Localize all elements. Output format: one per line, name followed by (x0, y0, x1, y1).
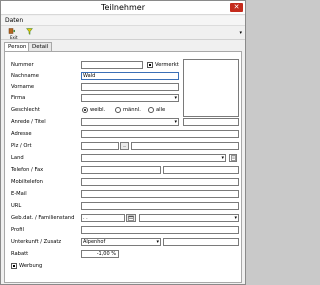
titel-field[interactable] (183, 118, 239, 126)
nummer-label: Nummer (11, 62, 34, 68)
email-label: E-Mail (11, 191, 27, 197)
toolbar-overflow-button[interactable]: ▾ (239, 30, 242, 36)
rabatt-label: Rabatt (11, 251, 29, 257)
firma-label: Firma (11, 95, 26, 101)
calendar-icon[interactable] (126, 214, 136, 222)
vermerkt-label: Vermerkt (155, 62, 179, 68)
dialog-window: Teilnehmer ✕ Daten Exit ▾ Person Detail … (0, 0, 246, 285)
mobiltelefon-label: Mobiltelefon (11, 179, 43, 185)
vorname-field[interactable] (81, 83, 179, 91)
nummer-field[interactable] (81, 61, 143, 69)
gebdat-field[interactable]: . . (81, 214, 125, 222)
land-book-icon[interactable] (229, 154, 237, 162)
menu-daten[interactable]: Daten (5, 17, 23, 24)
window-title: Teilnehmer (101, 3, 145, 12)
werbung-checkbox[interactable] (11, 263, 17, 269)
adresse-field[interactable] (81, 130, 239, 138)
photo-box[interactable] (183, 59, 239, 117)
adresse-label: Adresse (11, 131, 32, 137)
anrede-select[interactable] (81, 118, 179, 126)
fax-field[interactable] (163, 166, 239, 174)
url-label: URL (11, 203, 22, 209)
email-field[interactable] (81, 190, 239, 198)
exit-button[interactable]: Exit (4, 28, 18, 40)
menu-bar: Daten (1, 16, 245, 26)
mobiltelefon-field[interactable] (81, 178, 239, 186)
title-bar[interactable]: Teilnehmer ✕ (1, 1, 245, 15)
toolbar: Exit ▾ (1, 27, 245, 40)
geschlecht-alle-radio[interactable] (148, 107, 154, 113)
profil-label: Profil (11, 227, 24, 233)
telefon-field[interactable] (81, 166, 161, 174)
plz-lookup-button[interactable]: ... (120, 142, 129, 150)
person-panel: Nummer Vermerkt Nachname Wald Vorname Fi… (4, 51, 242, 283)
plz-ort-label: Plz / Ort (11, 143, 32, 149)
nachname-label: Nachname (11, 73, 39, 79)
nachname-field[interactable]: Wald (81, 72, 179, 80)
filter-icon (22, 28, 36, 37)
profil-field[interactable] (81, 226, 239, 234)
geschlecht-weibl-label: weibl. (90, 107, 106, 113)
geschlecht-maennl-label: männl. (123, 107, 141, 113)
plz-field[interactable] (81, 142, 119, 150)
familienstand-select[interactable] (139, 214, 239, 222)
geschlecht-weibl-radio[interactable] (82, 107, 88, 113)
zusatz-field[interactable] (163, 238, 239, 246)
telefon-label: Telefon / Fax (11, 167, 44, 173)
geschlecht-maennl-radio[interactable] (115, 107, 121, 113)
werbung-label: Werbung (19, 263, 43, 269)
land-select[interactable] (81, 154, 226, 162)
geschlecht-alle-label: alle (156, 107, 166, 113)
unterkunft-label: Unterkunft / Zusatz (11, 239, 62, 245)
close-button[interactable]: ✕ (230, 3, 243, 12)
rabatt-field[interactable]: -1,00 % (81, 250, 119, 258)
vorname-label: Vorname (11, 84, 35, 90)
vermerkt-checkbox[interactable] (147, 62, 153, 68)
geschlecht-label: Geschlecht (11, 107, 40, 113)
gebdat-label: Geb.dat. / Familienstand (11, 215, 75, 221)
firma-select[interactable] (81, 94, 179, 102)
ort-field[interactable] (131, 142, 239, 150)
filter-button[interactable] (22, 28, 36, 39)
tab-detail[interactable]: Detail (28, 42, 53, 51)
exit-label: Exit (10, 35, 18, 40)
unterkunft-select[interactable]: Alpenhof (81, 238, 161, 246)
url-field[interactable] (81, 202, 239, 210)
anrede-label: Anrede / Titel (11, 119, 46, 125)
land-label: Land (11, 155, 24, 161)
